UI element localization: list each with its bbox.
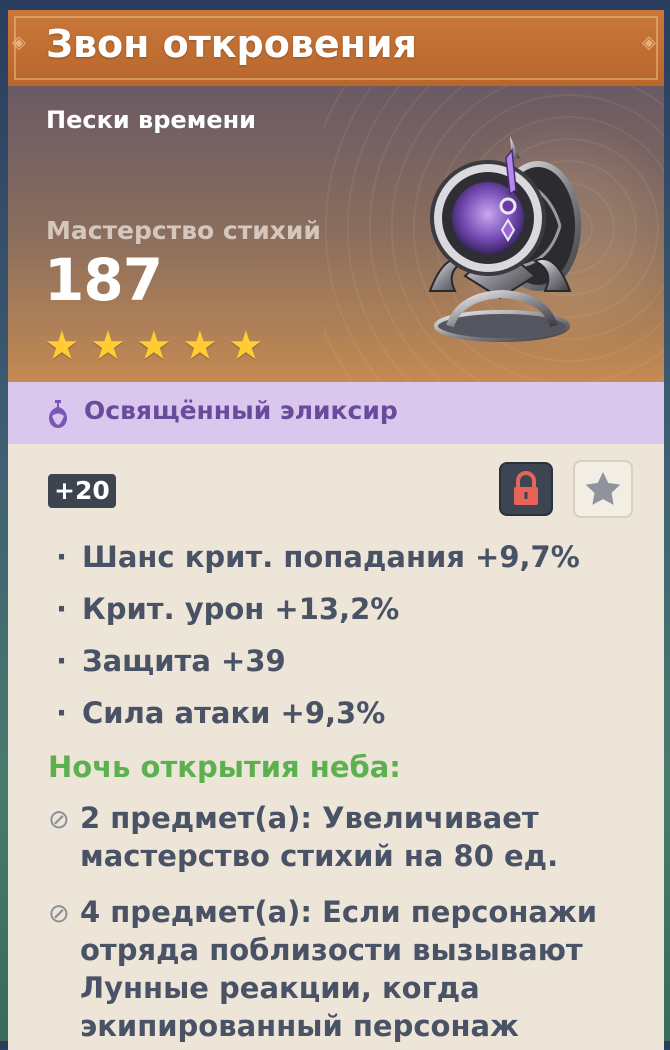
set-bonus-4-line: экипированный персонаж (80, 1009, 519, 1043)
substat-text: Защита +39 (82, 644, 286, 678)
set-name: Ночь открытия неба: (48, 750, 401, 784)
title-ornament-left-icon: ◈ (12, 32, 26, 53)
set-bonus-2-line: мастерство стихий на 80 ед. (80, 839, 559, 873)
main-stat-value: 187 (44, 246, 163, 314)
artifact-hourglass-icon (428, 136, 581, 342)
substat-crit-rate: · Шанс крит. попадания +9,7% (56, 540, 580, 574)
substat-def: · Защита +39 (56, 644, 286, 678)
rarity-star-icon: ★ (44, 323, 80, 369)
substat-text: Крит. урон +13,2% (82, 592, 400, 626)
rarity-star-icon: ★ (228, 323, 264, 369)
rarity-star-icon: ★ (182, 323, 218, 369)
inactive-circle-slash-icon: ⊘ (48, 805, 70, 835)
set-bonus-2-line: 2 предмет(а): Увеличивает (80, 801, 539, 835)
set-bonus-4-line: отряда поблизости вызывают (80, 933, 583, 967)
set-bonus-4-line: 4 предмет(а): Если персонажи (80, 895, 598, 929)
elixir-label: Освящённый эликсир (84, 396, 398, 425)
artifact-hero: Пески времени Мастерство стихий 187 ★ ★ ★ ★… (8, 86, 664, 382)
substat-crit-dmg: · Крит. урон +13,2% (56, 592, 400, 626)
artifact-name: Звон откровения (46, 22, 417, 66)
substat-text: Сила атаки +9,3% (82, 696, 386, 730)
elixir-bar: Освящённый эликсир (8, 382, 664, 444)
substat-atk: · Сила атаки +9,3% (56, 696, 386, 730)
potion-icon (49, 400, 67, 428)
artifact-detail-card: ◈ ◈ Звон откровения Пески времени Мастер… (8, 10, 664, 1050)
inactive-circle-slash-icon: ⊘ (48, 899, 70, 929)
artifact-slot-label: Пески времени (46, 106, 256, 134)
rarity-stars: ★ ★ ★ ★ ★ (44, 326, 274, 366)
rarity-star-icon: ★ (136, 323, 172, 369)
title-ornament-right-icon: ◈ (642, 32, 656, 53)
padlock-icon (514, 471, 538, 505)
rarity-star-icon: ★ (90, 323, 126, 369)
lock-button[interactable] (499, 462, 553, 516)
level-badge: +20 (48, 474, 116, 508)
favorite-button[interactable] (573, 460, 633, 518)
star-icon (585, 472, 621, 505)
substat-text: Шанс крит. попадания +9,7% (82, 540, 580, 574)
main-stat-name: Мастерство стихий (46, 216, 321, 245)
set-bonus-4-line: Лунные реакции, когда (80, 971, 480, 1005)
title-bar: ◈ ◈ Звон откровения (8, 10, 664, 88)
